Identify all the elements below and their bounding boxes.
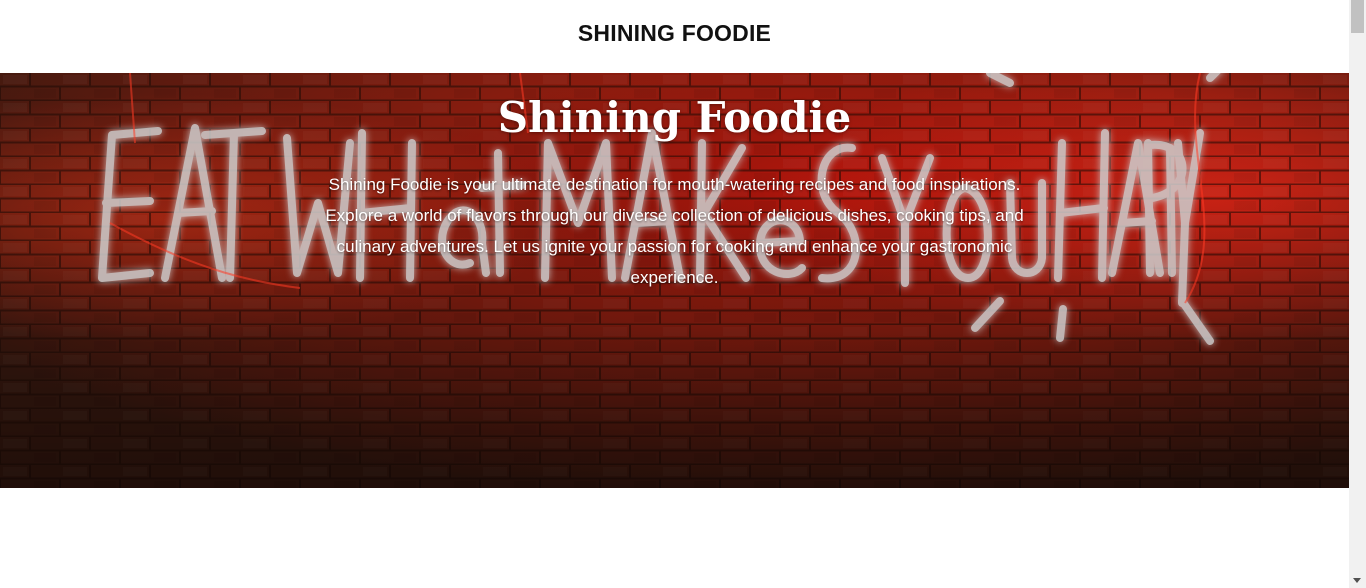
vertical-scrollbar[interactable]	[1349, 0, 1366, 588]
site-header: SHINING FOODIE	[0, 0, 1349, 73]
hero-heading: Shining Foodie	[497, 93, 852, 142]
hero-description: Shining Foodie is your ultimate destinat…	[325, 175, 1024, 287]
site-title[interactable]: SHINING FOODIE	[578, 20, 771, 47]
hero-banner: Shining Foodie Shining Foodie is your ul…	[0, 73, 1349, 488]
scrollbar-thumb[interactable]	[1351, 0, 1364, 33]
hero-content: Shining Foodie Shining Foodie is your ul…	[0, 73, 1349, 293]
scroll-down-icon[interactable]	[1353, 578, 1361, 583]
page: SHINING FOODIE Shining Foodie Shining Fo…	[0, 0, 1349, 588]
